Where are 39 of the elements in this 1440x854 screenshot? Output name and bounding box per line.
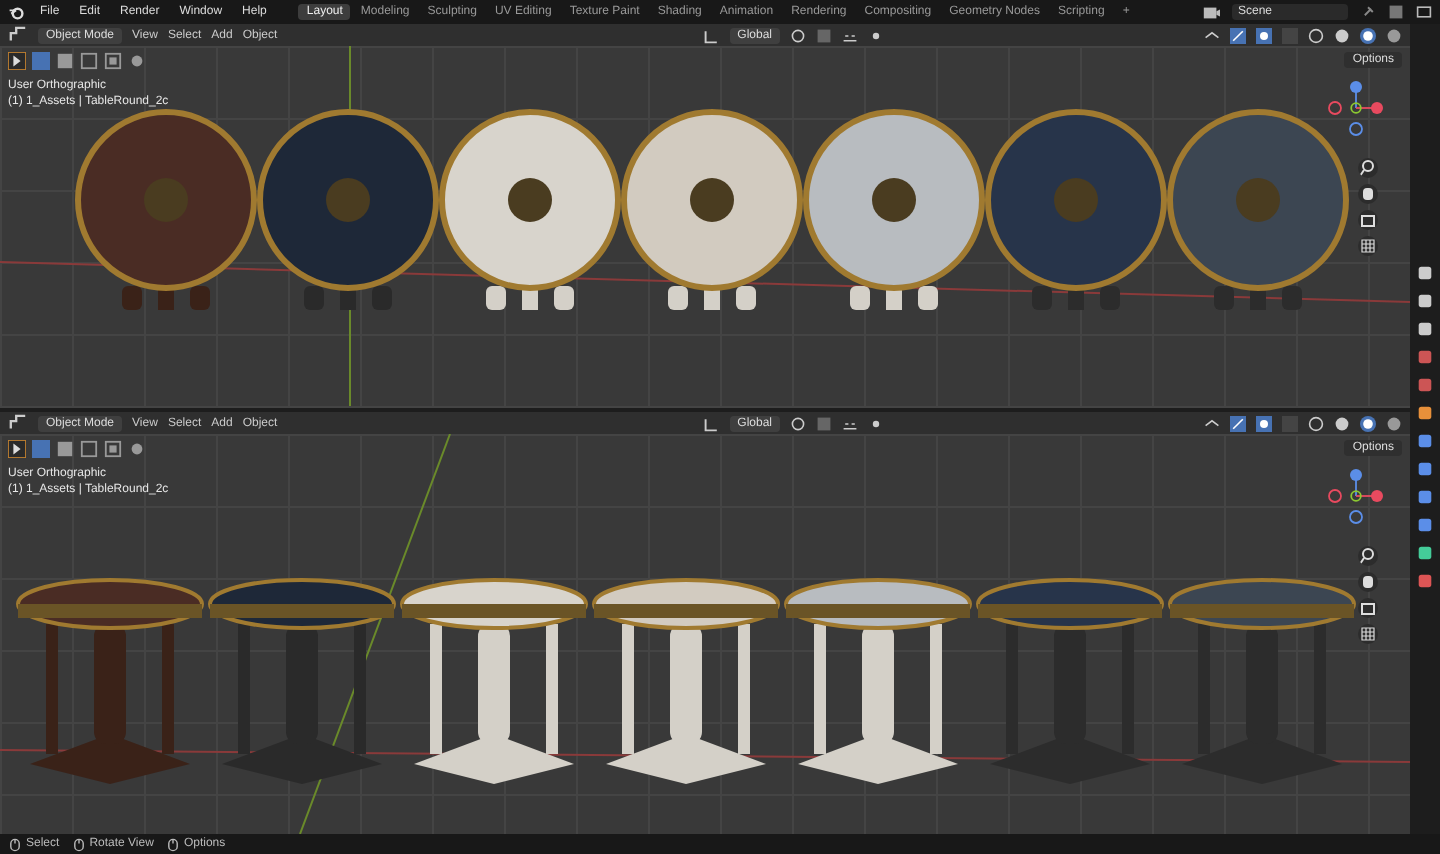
axis-gizmo-icon[interactable] bbox=[1326, 466, 1386, 526]
select-tool-icon[interactable] bbox=[8, 440, 26, 458]
grid-icon[interactable] bbox=[1358, 236, 1378, 256]
gizmo-toggle-icon[interactable] bbox=[1230, 27, 1246, 43]
mouse-icon bbox=[165, 837, 180, 851]
grid-icon[interactable] bbox=[1358, 624, 1378, 644]
visibility-icon[interactable] bbox=[1204, 415, 1220, 431]
pivot-icon[interactable] bbox=[790, 27, 806, 43]
invert-selection-icon[interactable] bbox=[104, 52, 122, 70]
visibility-icon[interactable] bbox=[1204, 27, 1220, 43]
subtract-selection-icon[interactable] bbox=[80, 52, 98, 70]
solid-shading-icon[interactable] bbox=[1334, 415, 1350, 431]
blender-logo-icon[interactable] bbox=[8, 4, 24, 20]
editor-type-icon[interactable] bbox=[8, 414, 28, 432]
wireframe-shading-icon[interactable] bbox=[1308, 27, 1324, 43]
pivot-icon[interactable] bbox=[790, 415, 806, 431]
overlay-toggle-icon[interactable] bbox=[1256, 27, 1272, 43]
gizmo-toggle-icon[interactable] bbox=[1230, 415, 1246, 431]
proportional-edit-icon[interactable] bbox=[868, 415, 884, 431]
proportional-edit-icon[interactable] bbox=[868, 27, 884, 43]
overlay-toggle-icon[interactable] bbox=[1256, 415, 1272, 431]
zoom-icon[interactable] bbox=[1358, 546, 1378, 566]
select-tool-icon[interactable] bbox=[8, 52, 26, 70]
editor-type-icon[interactable] bbox=[8, 26, 28, 44]
rendered-shading-icon[interactable] bbox=[1386, 415, 1402, 431]
solid-shading-icon[interactable] bbox=[1334, 27, 1350, 43]
rendered-shading-icon[interactable] bbox=[1386, 27, 1402, 43]
axes-icon[interactable] bbox=[703, 415, 720, 431]
mouse-icon bbox=[8, 837, 22, 851]
axis-gizmo-icon[interactable] bbox=[1326, 78, 1386, 138]
mouse-icon bbox=[71, 837, 86, 851]
material-shading-icon[interactable] bbox=[1360, 415, 1376, 431]
scene-icon[interactable] bbox=[1202, 3, 1220, 21]
wireframe-shading-icon[interactable] bbox=[1308, 415, 1324, 431]
material-shading-icon[interactable] bbox=[1360, 27, 1376, 43]
zoom-icon[interactable] bbox=[1358, 158, 1378, 178]
axes-icon[interactable] bbox=[703, 27, 720, 43]
invert-selection-icon[interactable] bbox=[104, 440, 122, 458]
subtract-selection-icon[interactable] bbox=[80, 440, 98, 458]
